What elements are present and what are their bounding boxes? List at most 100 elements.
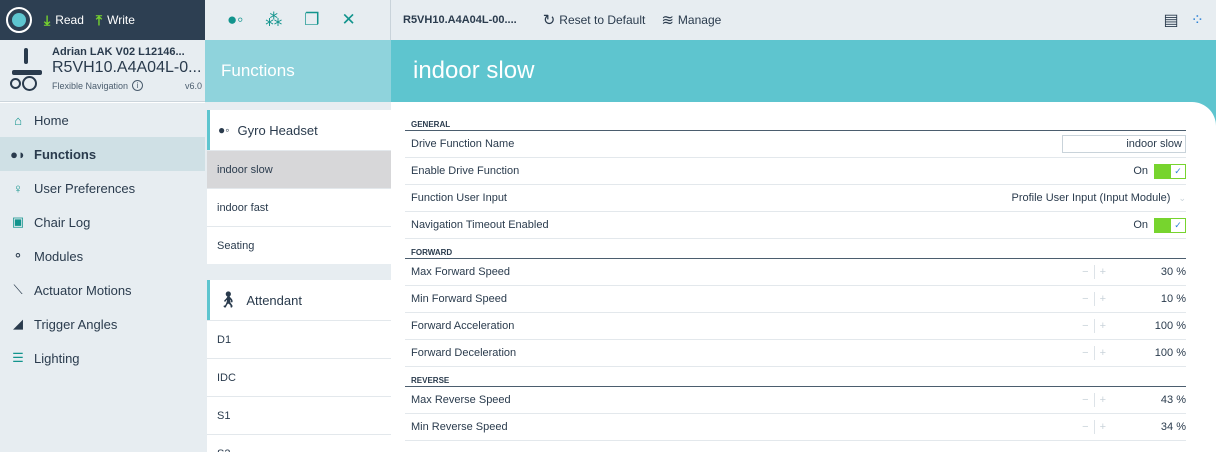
sidebar-item-chair-log[interactable]: ▣ Chair Log [0,205,205,239]
function-item-seating[interactable]: Seating [207,226,391,264]
sidebar-item-home[interactable]: ⌂ Home [0,103,205,137]
page-title: indoor slow [413,57,535,84]
sidebar-item-label: Trigger Angles [34,316,118,332]
group-title: Attendant [246,292,302,308]
check-icon: ✓ [1171,164,1185,178]
sidebar-item-label: Chair Log [34,214,91,230]
drive-function-name-input[interactable] [1062,135,1186,153]
minus-button[interactable]: − [1082,394,1088,406]
app-logo-icon[interactable] [6,7,32,33]
home-icon: ⌂ [14,112,22,128]
plus-button[interactable]: + [1100,421,1106,433]
function-item-d1[interactable]: D1 [207,320,391,358]
device-serial: R5VH10.A4A04L-0... [52,59,202,76]
add-function-icon[interactable]: ●◦ [227,10,243,30]
minus-button[interactable]: − [1082,293,1088,305]
row-label: Function User Input [411,192,507,204]
modules-icon: ⚬ [12,248,24,263]
minus-button[interactable]: − [1082,421,1088,433]
stepper: − + [1082,346,1106,360]
write-icon: ⤒ [95,11,103,28]
nav-timeout-toggle[interactable]: On ✓ [1133,217,1186,233]
group-header-attendant[interactable]: 🚶︎ Attendant [207,280,391,320]
info-icon[interactable]: i [132,80,144,91]
row-min-forward-speed: Min Forward Speed − + 10 % [405,286,1186,313]
group-header-gyro-headset[interactable]: ●◦ Gyro Headset [207,110,391,150]
stepper: − + [1082,393,1106,407]
sidebar-item-trigger-angles[interactable]: ◢ Trigger Angles [0,307,205,341]
plus-button[interactable]: + [1100,347,1106,359]
connection-icon[interactable]: ⁘ [1191,10,1204,30]
plus-button[interactable]: + [1100,320,1106,332]
chevron-down-icon: ⌄ [1178,192,1186,203]
sidebar-item-label: Home [34,112,69,128]
row-label: Navigation Timeout Enabled [411,219,549,231]
stepper: − + [1082,292,1106,306]
top-toolbar: ⤓ Read ⤒ Write ●◦ ⁂ ❐ ✕ R5VH10.A4A04L-00… [0,0,1216,40]
read-button[interactable]: ⤓ Read [44,12,84,29]
function-item-indoor-fast[interactable]: indoor fast [207,188,391,226]
duplicate-icon[interactable]: ❐ [304,10,319,30]
function-item-idc[interactable]: IDC [207,358,391,396]
close-icon[interactable]: ✕ [342,10,356,30]
write-button[interactable]: ⤒ Write [96,12,135,29]
device-header: Adrian LAK V02 L12146... R5VH10.A4A04L-0… [0,40,205,102]
functions-title: Functions [221,61,295,80]
manage-button[interactable]: ≋ Manage [661,11,721,29]
device-info: Adrian LAK V02 L12146... R5VH10.A4A04L-0… [52,40,202,101]
spacer [207,264,391,280]
log-icon: ▣ [11,214,25,229]
group-title: Gyro Headset [237,122,318,138]
spacer [207,102,391,110]
sidebar-item-label: Modules [34,248,84,264]
sidebar-item-functions[interactable]: ●◗ Functions [0,137,205,171]
toggle-switch[interactable]: ✓ [1154,217,1186,233]
select-value: Profile User Input (Input Module) [1011,192,1171,204]
sidebar-item-label: Lighting [34,350,80,366]
row-label: Drive Function Name [411,138,515,150]
sidebar-item-modules[interactable]: ⚬ Modules [0,239,205,273]
row-label: Min Reverse Speed [411,421,508,433]
functions-icon: ●◗ [10,146,26,162]
sidebar-item-lighting[interactable]: ☰ Lighting [0,341,205,375]
row-navigation-timeout: Navigation Timeout Enabled On ✓ [405,212,1186,239]
stepper: − + [1082,420,1106,434]
toggle-switch[interactable]: ✓ [1154,163,1186,179]
user-input-select[interactable]: Profile User Input (Input Module) ⌄ [1011,192,1186,204]
sidebar-item-user-preferences[interactable]: ♀ User Preferences [0,171,205,205]
toggle-state: On [1133,165,1148,177]
function-group-attendant: 🚶︎ Attendant D1 IDC S1 S2 [207,280,391,452]
sidebar-item-label: Actuator Motions [34,282,132,298]
sidebar-item-actuator-motions[interactable]: ⟍ Actuator Motions [0,273,205,307]
sidebar-item-label: Functions [34,146,97,162]
trigger-icon: ◢ [13,316,23,331]
minus-button[interactable]: − [1082,266,1088,278]
settings-panel: GENERAL Drive Function Name Enable Drive… [391,102,1216,452]
function-item-s1[interactable]: S1 [207,396,391,434]
row-value: 100 % [1154,320,1186,332]
copy-function-icon[interactable]: ⁂ [265,10,282,30]
reset-icon: ↻ [542,12,556,29]
user-icon: ♀ [13,180,23,196]
function-item-indoor-slow[interactable]: indoor slow [207,150,391,188]
plus-button[interactable]: + [1100,266,1106,278]
function-item-s2[interactable]: S2 [207,434,391,452]
function-group-gyro: ●◦ Gyro Headset indoor slow indoor fast … [207,110,391,264]
section-forward: FORWARD [405,245,1186,259]
plus-button[interactable]: + [1100,293,1106,305]
enable-drive-toggle[interactable]: On ✓ [1133,163,1186,179]
device-title: R5VH10.A4A04L-00.... [403,14,517,26]
reset-to-default-button[interactable]: ↻ Reset to Default [543,11,646,29]
minus-button[interactable]: − [1082,320,1088,332]
row-value: 30 % [1160,266,1186,278]
sidebar-nav: ⌂ Home ●◗ Functions ♀ User Preferences ▣… [0,103,205,452]
row-label: Enable Drive Function [411,165,520,177]
row-enable-drive-function: Enable Drive Function On ✓ [405,158,1186,185]
row-label: Max Forward Speed [411,266,511,278]
section-reverse: REVERSE [405,373,1186,387]
minus-button[interactable]: − [1082,347,1088,359]
row-forward-deceleration: Forward Deceleration − + 100 % [405,340,1186,367]
plus-button[interactable]: + [1100,394,1106,406]
reset-label: Reset to Default [559,13,646,27]
document-icon[interactable]: ▤ [1163,10,1178,30]
